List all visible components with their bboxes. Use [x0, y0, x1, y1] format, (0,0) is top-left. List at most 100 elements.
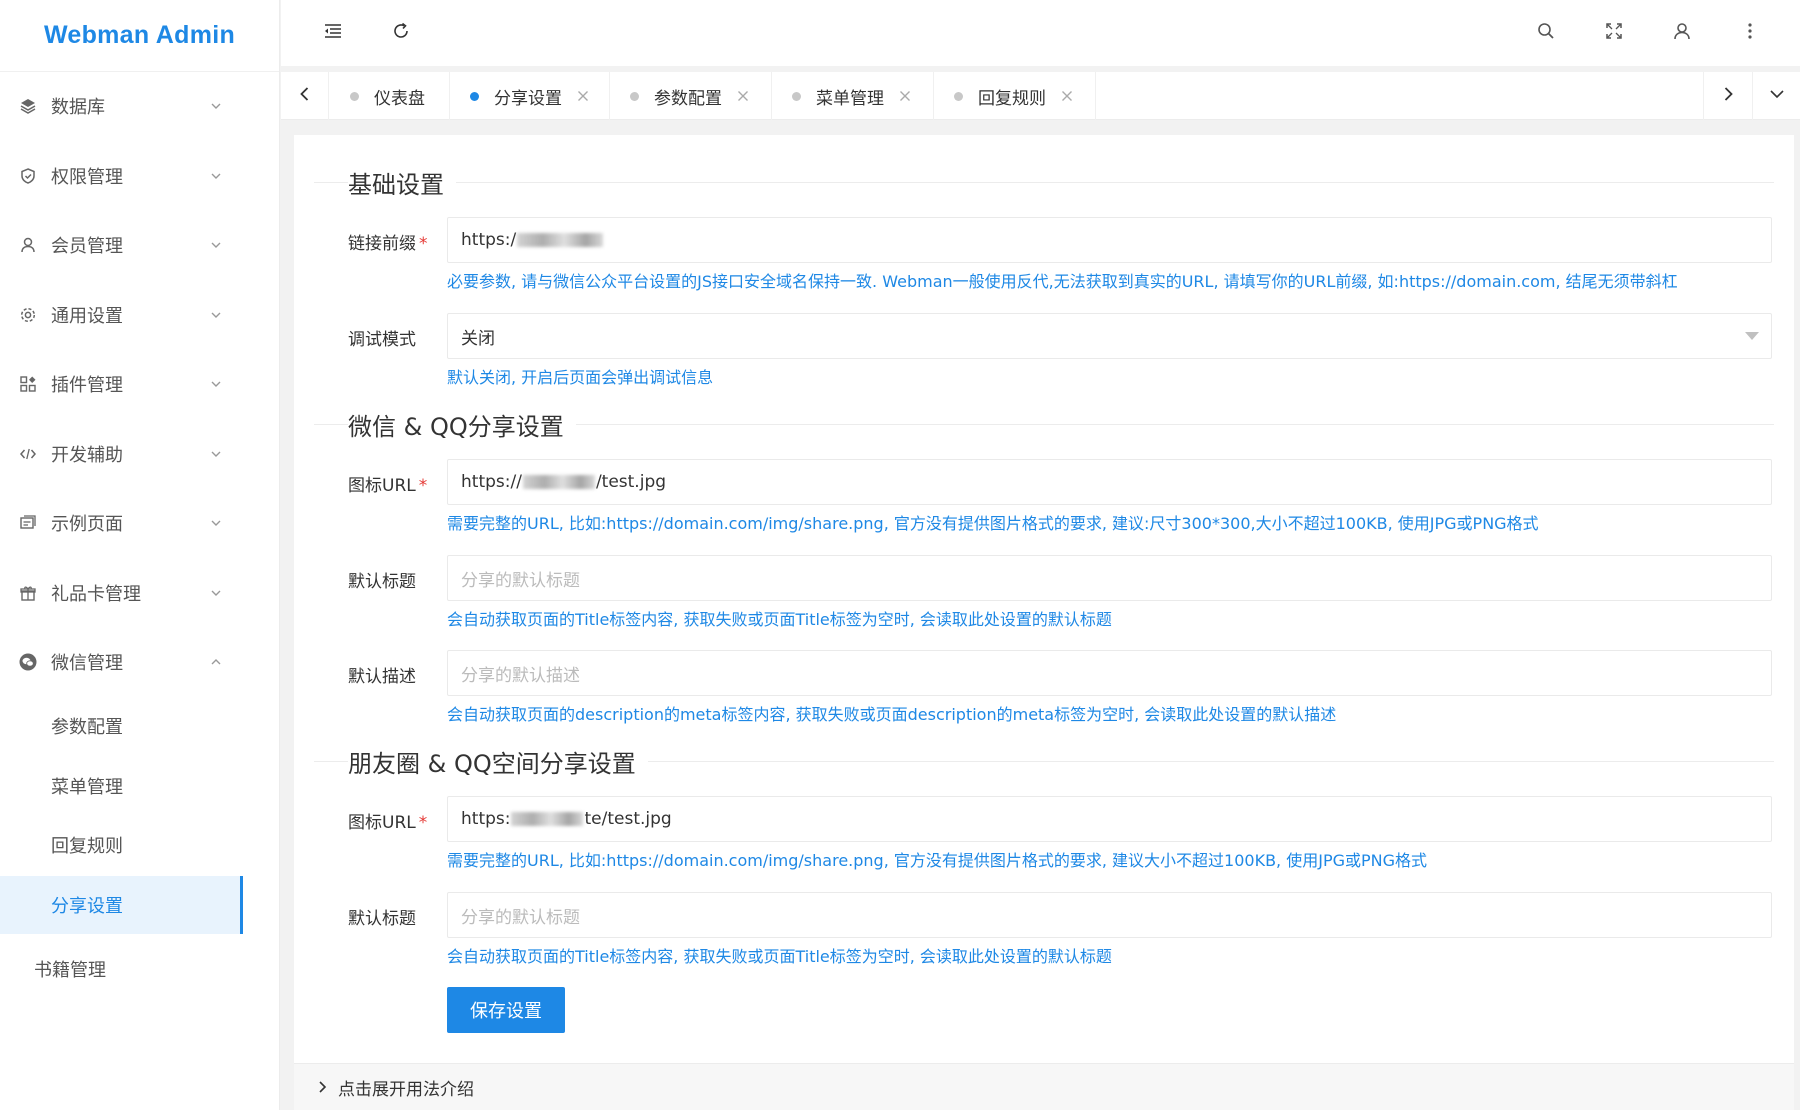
tab-label: 仪表盘	[374, 88, 425, 109]
more-button[interactable]	[1735, 18, 1765, 48]
moments-default-title-label: 默认标题	[348, 909, 416, 929]
sidebar-item-examples[interactable]: 示例页面	[0, 495, 280, 551]
wechat-icon-url-label: 图标URL *	[348, 476, 428, 496]
tab-dropdown-button[interactable]	[1752, 72, 1800, 120]
tab-dashboard[interactable]: 仪表盘	[330, 72, 450, 120]
sidebar-item-database[interactable]: 数据库	[0, 78, 280, 134]
chevron-down-icon	[206, 166, 226, 186]
tab-scroll-right-button[interactable]	[1703, 72, 1751, 120]
tab-scroll-left-button[interactable]	[281, 72, 329, 120]
chevron-down-icon	[206, 235, 226, 255]
sidebar-item-wechat[interactable]: 微信管理	[0, 634, 280, 690]
tab-label: 回复规则	[978, 88, 1046, 109]
sidebar-subitem-params[interactable]: 参数配置	[0, 697, 280, 755]
moments-icon-url-label: 图标URL *	[348, 813, 428, 833]
wechat-default-title-input[interactable]: 分享的默认标题	[447, 555, 1772, 601]
fullscreen-button[interactable]	[1599, 18, 1629, 48]
chevron-up-icon	[206, 652, 226, 672]
sidebar-item-plugins[interactable]: 插件管理	[0, 356, 280, 412]
user-icon	[1672, 21, 1692, 45]
sidebar: Webman Admin 数据库 权限管理 会员管理 通用设置 插件管理 开发辅…	[0, 0, 280, 1110]
section-title-wechat-qq: 微信 & QQ分享设置	[348, 407, 576, 442]
required-mark: *	[418, 476, 428, 496]
chevron-right-icon	[1719, 85, 1737, 107]
gift-icon	[18, 583, 38, 603]
chevron-down-icon	[206, 374, 226, 394]
usage-collapse-label: 点击展开用法介绍	[338, 1079, 474, 1100]
link-prefix-label: 链接前缀 *	[348, 234, 428, 254]
chevron-down-icon	[206, 583, 226, 603]
sidebar-item-label: 权限管理	[51, 167, 123, 188]
sidebar-item-books[interactable]: 书籍管理	[0, 941, 280, 997]
sidebar-item-members[interactable]: 会员管理	[0, 217, 280, 273]
search-icon	[1536, 21, 1556, 45]
sidebar-item-permissions[interactable]: 权限管理	[0, 148, 280, 204]
debug-mode-value: 关闭	[461, 328, 495, 349]
tab-status-dot	[350, 91, 359, 101]
moments-icon-url-help: 需要完整的URL, 比如:https://domain.com/img/shar…	[447, 851, 1428, 870]
sidebar-subitem-menu[interactable]: 菜单管理	[0, 757, 280, 815]
tab-reply-rules[interactable]: 回复规则	[934, 72, 1096, 120]
refresh-button[interactable]	[386, 18, 416, 48]
section-title-basic: 基础设置	[348, 165, 456, 200]
link-prefix-value: https:/	[461, 230, 517, 250]
chevron-down-icon	[206, 513, 226, 533]
tab-params[interactable]: 参数配置	[610, 72, 772, 120]
sidebar-item-general-settings[interactable]: 通用设置	[0, 287, 280, 343]
sidebar-item-label: 书籍管理	[34, 960, 106, 981]
tab-status-dot	[954, 91, 963, 101]
tab-status-dot	[470, 91, 479, 101]
tab-share-settings[interactable]: 分享设置	[450, 72, 610, 120]
user-icon	[18, 235, 38, 255]
chevron-down-icon	[206, 305, 226, 325]
sidebar-item-gift-cards[interactable]: 礼品卡管理	[0, 565, 280, 621]
sidebar-subitem-label: 回复规则	[51, 836, 123, 857]
app-logo: Webman Admin	[0, 0, 279, 72]
wechat-icon-url-prefix: https://	[461, 472, 522, 492]
sidebar-item-label: 插件管理	[51, 375, 123, 396]
menu-fold-icon	[323, 21, 343, 45]
debug-mode-label: 调试模式	[348, 330, 416, 350]
moments-default-title-input[interactable]: 分享的默认标题	[447, 892, 1772, 938]
sidebar-item-dev-tools[interactable]: 开发辅助	[0, 426, 280, 482]
user-profile-button[interactable]	[1667, 18, 1697, 48]
wechat-default-title-label: 默认标题	[348, 572, 416, 592]
usage-collapse-toggle[interactable]: 点击展开用法介绍	[294, 1063, 1794, 1110]
required-mark: *	[419, 234, 428, 254]
sidebar-item-label: 通用设置	[51, 306, 123, 327]
link-prefix-input[interactable]: https:/	[447, 217, 1772, 263]
menu-toggle-button[interactable]	[318, 18, 348, 48]
sidebar-subitem-label: 菜单管理	[51, 777, 123, 798]
wechat-icon-url-input[interactable]: https:// /test.jpg	[447, 459, 1772, 505]
close-icon[interactable]	[1060, 89, 1074, 103]
wechat-default-desc-input[interactable]: 分享的默认描述	[447, 650, 1772, 696]
debug-mode-select[interactable]: 关闭	[447, 313, 1772, 359]
sidebar-item-label: 会员管理	[51, 236, 123, 257]
save-settings-button[interactable]: 保存设置	[447, 987, 565, 1033]
moments-icon-url-input[interactable]: https: te/test.jpg	[447, 796, 1772, 842]
wechat-icon-url-suffix: /test.jpg	[595, 472, 667, 492]
redacted-text	[517, 233, 604, 247]
refresh-icon	[391, 21, 411, 45]
wechat-icon-url-help: 需要完整的URL, 比如:https://domain.com/img/shar…	[447, 514, 1539, 533]
close-icon[interactable]	[576, 89, 590, 103]
moments-icon-url-prefix: https:	[461, 809, 511, 829]
tab-status-dot	[792, 91, 801, 101]
moments-default-title-help: 会自动获取页面的Title标签内容, 获取失败或页面Title标签为空时, 会读…	[447, 947, 1112, 966]
sidebar-item-label: 微信管理	[51, 653, 123, 674]
tab-bar: 仪表盘 分享设置 参数配置 菜单管理 回复规则	[281, 72, 1800, 120]
chevron-left-icon	[296, 85, 314, 107]
placeholder-text: 分享的默认描述	[461, 665, 580, 686]
close-icon[interactable]	[736, 89, 750, 103]
sidebar-subitem-label: 参数配置	[51, 717, 123, 738]
tab-menu[interactable]: 菜单管理	[772, 72, 934, 120]
sidebar-item-label: 示例页面	[51, 514, 123, 535]
redacted-text	[511, 812, 584, 826]
close-icon[interactable]	[898, 89, 912, 103]
sidebar-subitem-share-settings[interactable]: 分享设置	[0, 876, 243, 934]
search-button[interactable]	[1531, 18, 1561, 48]
sidebar-subitem-reply-rules[interactable]: 回复规则	[0, 816, 280, 874]
wechat-default-desc-help: 会自动获取页面的description的meta标签内容, 获取失败或页面des…	[447, 705, 1337, 724]
layers-icon	[18, 96, 38, 116]
placeholder-text: 分享的默认标题	[461, 907, 580, 928]
